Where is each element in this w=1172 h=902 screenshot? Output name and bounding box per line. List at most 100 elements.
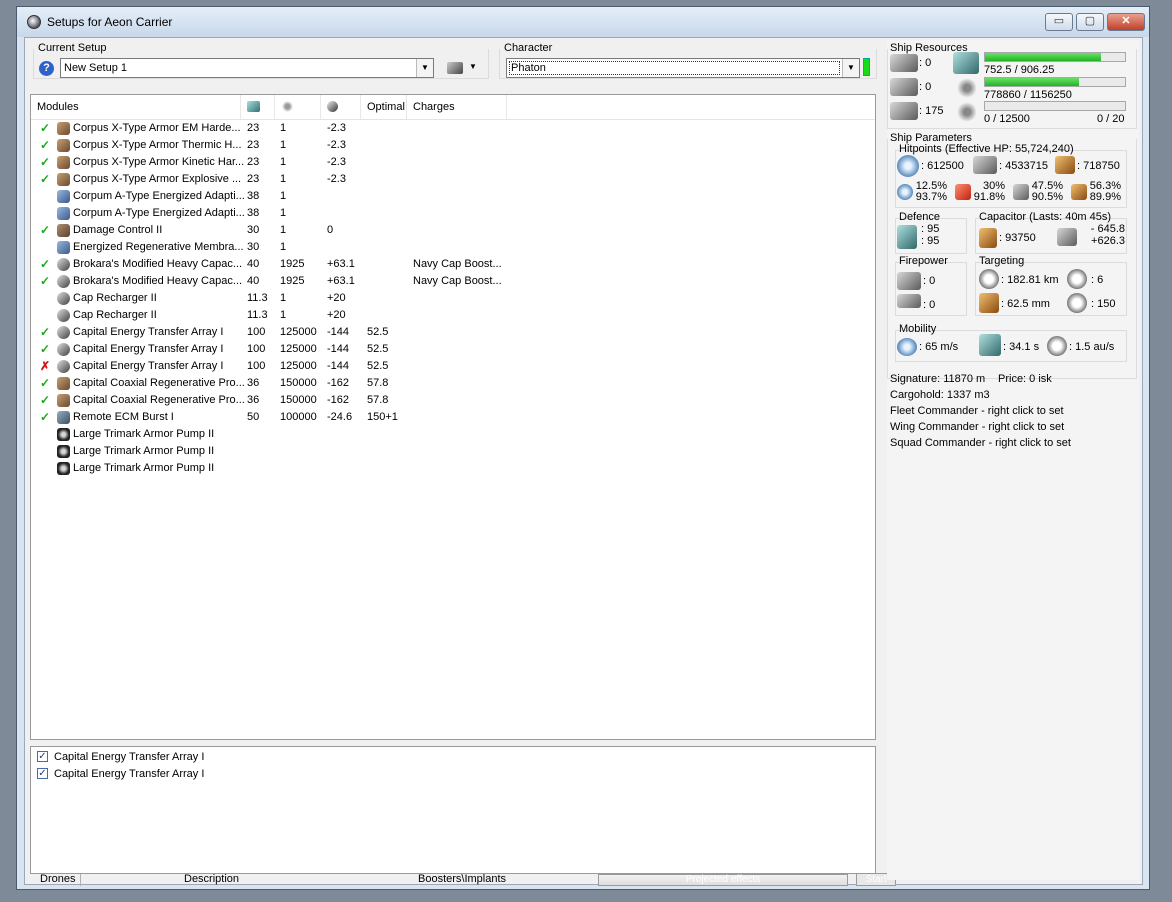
module-row[interactable]: ✓ Corpus X-Type Armor EM Harde... 23 1 -2.3 xyxy=(31,120,501,137)
price-text: Price: 0 isk xyxy=(998,373,1052,385)
module-powergrid: 1 xyxy=(280,241,287,253)
check-icon[interactable]: ✓ xyxy=(40,274,50,288)
title-bar[interactable]: Setups for Aeon Carrier ▭ ▢ ✕ xyxy=(17,7,1149,37)
minimize-button[interactable]: ▭ xyxy=(1045,13,1073,31)
module-cpu: 38 xyxy=(247,190,260,202)
module-cpu: 23 xyxy=(247,156,260,168)
module-capacitor: -162 xyxy=(327,394,350,406)
max-targets-icon xyxy=(1067,269,1087,289)
fleet-commander-slot[interactable]: Fleet Commander - right click to set xyxy=(890,405,1064,417)
module-name: Corpus X-Type Armor Explosive ... xyxy=(73,173,242,185)
max-velocity-icon xyxy=(897,338,917,356)
module-capacitor: +20 xyxy=(327,309,346,321)
thermal-resist-icon xyxy=(955,184,971,200)
module-name: Corpum A-Type Energized Adapti... xyxy=(73,207,245,219)
module-row[interactable]: ✓ Corpus X-Type Armor Explosive ... 23 1 -2.… xyxy=(31,171,501,188)
module-name: Corpum A-Type Energized Adapti... xyxy=(73,190,245,202)
help-icon[interactable]: ? xyxy=(39,61,54,76)
module-powergrid: 125000 xyxy=(280,326,317,338)
check-icon[interactable]: ✓ xyxy=(40,393,50,407)
module-cpu: 23 xyxy=(247,122,260,134)
check-icon[interactable]: ✓ xyxy=(40,223,50,237)
projected-checkbox[interactable]: ✓ xyxy=(37,751,48,762)
drones-tab[interactable]: Drones xyxy=(40,873,75,885)
module-row[interactable]: Cap Recharger II 11.3 1 +20 xyxy=(31,307,501,324)
check-icon[interactable]: ✓ xyxy=(40,138,50,152)
module-powergrid: 150000 xyxy=(280,394,317,406)
module-row[interactable]: ✓ Capital Coaxial Regenerative Pro... 36 15… xyxy=(31,392,501,409)
check-icon[interactable]: ✓ xyxy=(40,121,50,135)
chevron-down-icon: ▼ xyxy=(416,59,433,77)
module-row[interactable]: ✓ Corpus X-Type Armor Thermic H... 23 1 -2.3 xyxy=(31,137,501,154)
module-row[interactable]: Large Trimark Armor Pump II xyxy=(31,426,501,443)
module-row[interactable]: ✓ Damage Control II 30 1 0 xyxy=(31,222,501,239)
check-icon[interactable]: ✓ xyxy=(40,325,50,339)
squad-commander-slot[interactable]: Squad Commander - right click to set xyxy=(890,437,1071,449)
capacitor-gain: +626.3 xyxy=(1091,235,1125,247)
col-powergrid[interactable] xyxy=(275,95,321,119)
module-row[interactable]: Cap Recharger II 11.3 1 +20 xyxy=(31,290,501,307)
module-row[interactable]: Corpum A-Type Energized Adapti... 38 1 xyxy=(31,188,501,205)
check-icon[interactable]: ✓ xyxy=(40,172,50,186)
cpu-bar-fill xyxy=(985,53,1102,61)
module-name: Remote ECM Burst I xyxy=(73,411,174,423)
armor-icon xyxy=(973,156,997,174)
check-icon[interactable]: ✓ xyxy=(40,410,50,424)
cpu-icon xyxy=(247,101,260,112)
module-cpu: 40 xyxy=(247,258,260,270)
module-row[interactable]: ✓ Capital Energy Transfer Array I 100 12500… xyxy=(31,324,501,341)
module-row[interactable]: Large Trimark Armor Pump II xyxy=(31,460,501,477)
module-powergrid: 150000 xyxy=(280,377,317,389)
check-icon[interactable]: ✓ xyxy=(40,257,50,271)
boosters-implants-tab[interactable]: Boosters\Implants xyxy=(418,873,506,885)
maximize-button[interactable]: ▢ xyxy=(1076,13,1104,31)
module-capacitor: -24.6 xyxy=(327,411,353,423)
module-row[interactable]: ✓ Brokara's Modified Heavy Capac... 40 1925… xyxy=(31,256,502,273)
module-optimal: 52.5 xyxy=(367,360,389,372)
module-name: Energized Regenerative Membra... xyxy=(73,241,244,253)
projected-item[interactable]: ✓ Capital Energy Transfer Array I xyxy=(37,766,337,783)
module-row[interactable]: ✓ Corpus X-Type Armor Kinetic Har... 23 1 -2… xyxy=(31,154,501,171)
signature-radius-icon xyxy=(979,293,999,313)
check-icon[interactable]: ✓ xyxy=(40,155,50,169)
warp-speed-value: : 1.5 au/s xyxy=(1069,341,1115,353)
description-tab[interactable]: Description xyxy=(184,873,239,885)
module-row[interactable]: ✓ Remote ECM Burst I 50 100000 -24.6 150+1 xyxy=(31,409,501,426)
module-row[interactable]: Large Trimark Armor Pump II xyxy=(31,443,501,460)
setup-select-value: New Setup 1 xyxy=(64,62,127,74)
col-optimal[interactable]: Optimal xyxy=(361,95,407,119)
module-optimal: 57.8 xyxy=(367,394,389,406)
module-cpu: 100 xyxy=(247,326,266,338)
col-capacitor[interactable] xyxy=(321,95,361,119)
structure-icon xyxy=(1055,156,1075,174)
setup-actions-button[interactable]: ▼ xyxy=(445,60,483,78)
cross-icon[interactable]: ✗ xyxy=(40,359,50,373)
module-row[interactable]: ✓ Capital Coaxial Regenerative Pro... 36 15… xyxy=(31,375,501,392)
module-name: Large Trimark Armor Pump II xyxy=(73,445,215,457)
check-icon[interactable]: ✓ xyxy=(40,376,50,390)
module-cpu: 40 xyxy=(247,275,260,287)
col-modules[interactable]: Modules xyxy=(31,95,241,119)
projected-item[interactable]: ✓ Capital Energy Transfer Array I xyxy=(37,749,337,766)
check-icon[interactable]: ✓ xyxy=(40,342,50,356)
module-row[interactable]: ✗ Capital Energy Transfer Array I 100 12500… xyxy=(31,358,501,375)
turret-hardpoints-value: : 0 xyxy=(919,57,932,69)
wing-commander-slot[interactable]: Wing Commander - right click to set xyxy=(890,421,1064,433)
targeting-title: Targeting xyxy=(979,255,1025,267)
setup-select[interactable]: New Setup 1 ▼ xyxy=(60,58,434,78)
col-cpu[interactable] xyxy=(241,95,275,119)
character-select-value: Phaton xyxy=(509,61,840,75)
col-charges[interactable]: Charges xyxy=(407,95,507,119)
module-name: Capital Energy Transfer Array I xyxy=(73,326,224,338)
capacitor-icon xyxy=(979,228,997,248)
module-row[interactable]: ✓ Capital Energy Transfer Array I 100 12500… xyxy=(31,341,501,358)
module-row[interactable]: Corpum A-Type Energized Adapti... 38 1 xyxy=(31,205,501,222)
close-button[interactable]: ✕ xyxy=(1107,13,1145,31)
scan-resolution-value: : 150 xyxy=(1091,298,1116,310)
capacitor-title: Capacitor (Lasts: 40m 45s) xyxy=(979,211,1112,223)
character-select[interactable]: Phaton ▼ xyxy=(506,58,860,78)
module-row[interactable]: Energized Regenerative Membra... 30 1 xyxy=(31,239,501,256)
projected-checkbox[interactable]: ✓ xyxy=(37,768,48,779)
module-row[interactable]: ✓ Brokara's Modified Heavy Capac... 40 1925… xyxy=(31,273,502,290)
turret-hardpoints-icon xyxy=(890,54,918,72)
